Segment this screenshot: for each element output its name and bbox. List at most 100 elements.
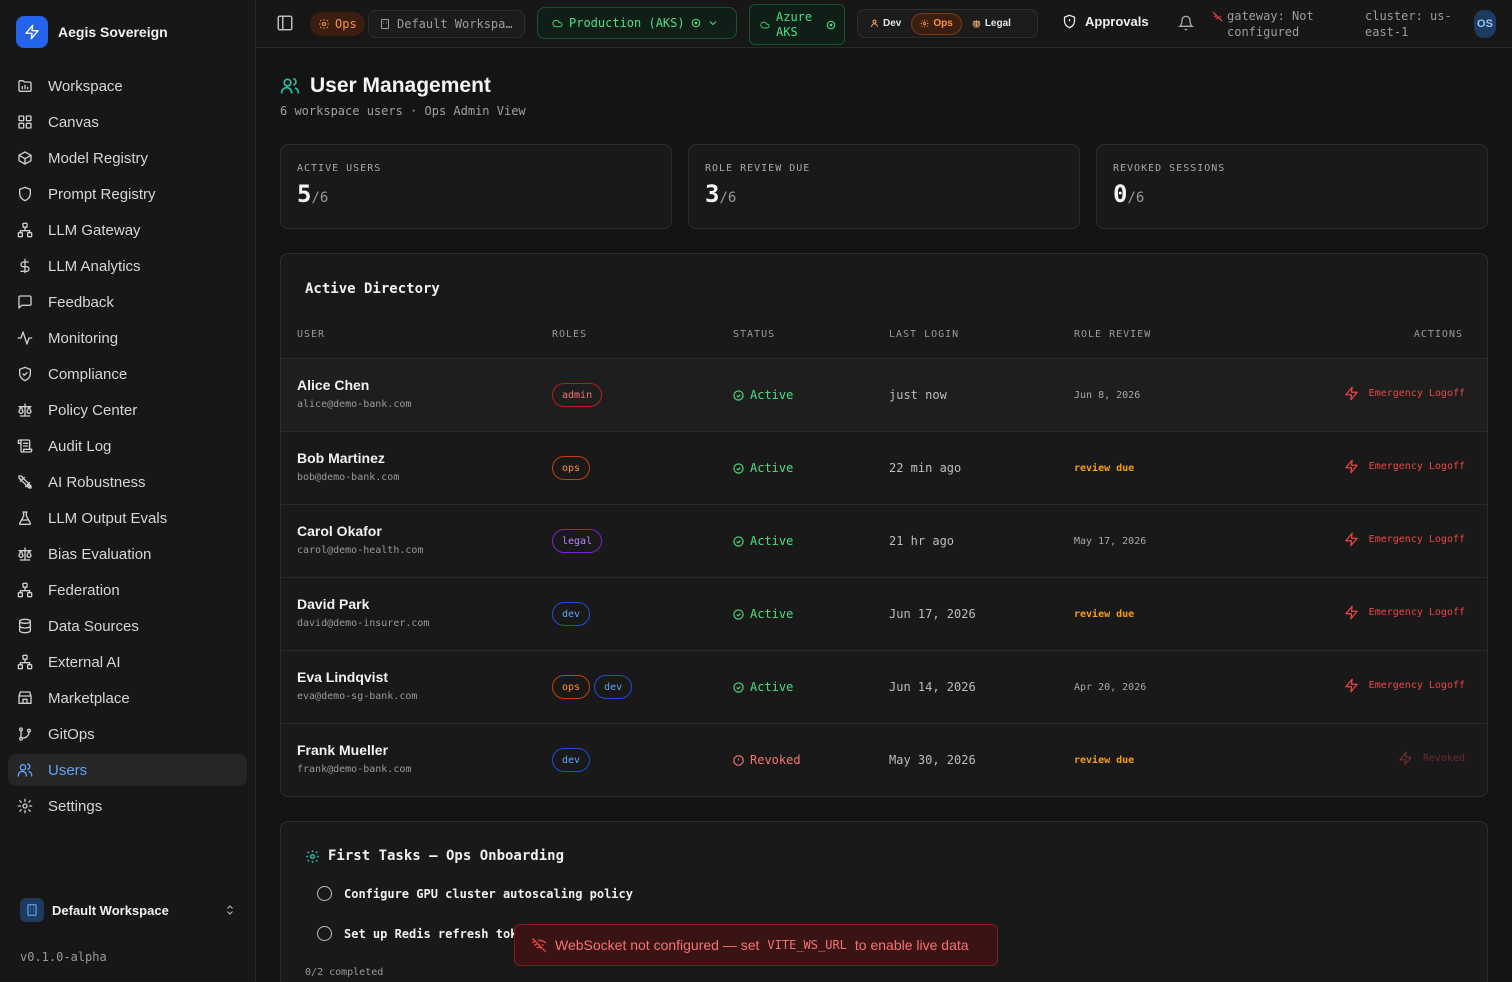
table-row[interactable]: Frank Mueller frank@demo-bank.com dev Re… (281, 723, 1487, 796)
websocket-toast: WebSocket not configured — set VITE_WS_U… (514, 924, 998, 966)
sidebar-item-gitops[interactable]: GitOps (8, 718, 247, 750)
sidebar-item-llm-gateway[interactable]: LLM Gateway (8, 214, 247, 246)
persona-ops[interactable]: Ops (911, 12, 962, 35)
persona-legal[interactable]: Legal (964, 13, 1019, 35)
user-roles: ops (552, 456, 591, 480)
last-login: 21 hr ago (889, 534, 955, 548)
sidebar-item-prompt-registry[interactable]: Prompt Registry (8, 178, 247, 210)
sidebar-item-llm-output-evals[interactable]: LLM Output Evals (8, 502, 247, 534)
emergency-logoff-button[interactable]: Emergency Logoff (1344, 605, 1465, 620)
last-login: Jun 17, 2026 (889, 607, 976, 621)
bell-icon[interactable] (1178, 15, 1194, 31)
sidebar-item-feedback[interactable]: Feedback (8, 286, 247, 318)
approvals-button[interactable]: Approvals (1062, 14, 1149, 29)
lightning-icon (1398, 751, 1413, 766)
database-icon (16, 617, 34, 635)
role-review: Apr 20, 2026 (1074, 682, 1147, 693)
status-badge: Active (733, 461, 793, 475)
role-badge: ops (552, 456, 591, 480)
role-chip-label: Ops (335, 17, 357, 31)
building-icon (379, 18, 391, 30)
sidebar-item-model-registry[interactable]: Model Registry (8, 142, 247, 174)
sidebar-item-canvas[interactable]: Canvas (8, 106, 247, 138)
table-row[interactable]: Eva Lindqvist eva@demo-sg-bank.com ops de… (281, 650, 1487, 723)
role-badge: dev (552, 602, 591, 626)
sidebar-item-workspace[interactable]: Workspace (8, 70, 247, 102)
emergency-logoff-button[interactable]: Emergency Logoff (1344, 532, 1465, 547)
persona-dev[interactable]: Dev (862, 13, 909, 35)
box-icon (16, 149, 34, 167)
sidebar-nav: Workspace Canvas Model Registry Prompt Regi… (8, 70, 247, 826)
column-header-actions: ACTIONS (1413, 329, 1463, 340)
emergency-logoff-button[interactable]: Emergency Logoff (1344, 678, 1465, 693)
workspace-selector[interactable]: Default Workspa… (368, 10, 525, 38)
stat-total: /6 (719, 190, 737, 206)
role-review: review due (1074, 755, 1135, 766)
git-branch-icon (16, 725, 34, 743)
gateway-status-line2: configured (1227, 25, 1300, 39)
table-row[interactable]: Alice Chen alice@demo-bank.com admin Act… (281, 358, 1487, 431)
lightning-icon (1344, 532, 1359, 547)
user-roles: dev (552, 748, 591, 772)
table-row[interactable]: Bob Martinez bob@demo-bank.com ops Activ… (281, 431, 1487, 504)
avatar[interactable]: OS (1474, 10, 1496, 38)
table-row[interactable]: David Park david@demo-insurer.com dev Ac… (281, 577, 1487, 650)
role-badge: dev (552, 748, 591, 772)
workspace-switcher[interactable]: Default Workspace (12, 894, 244, 926)
column-header-user: USER (297, 329, 326, 340)
sidebar-item-external-ai[interactable]: External AI (8, 646, 247, 678)
user-name: Carol Okafor (297, 523, 382, 539)
role-badge: dev (594, 675, 633, 699)
sidebar-item-label: AI Robustness (48, 473, 146, 491)
sidebar-item-settings[interactable]: Settings (8, 790, 247, 822)
sidebar-item-label: LLM Analytics (48, 257, 141, 275)
role-chip[interactable]: Ops (310, 12, 365, 36)
gear-icon (318, 18, 330, 30)
persona-label: Ops (933, 18, 953, 29)
role-review: review due (1074, 463, 1135, 474)
sidebar-item-monitoring[interactable]: Monitoring (8, 322, 247, 354)
sidebar-item-label: LLM Output Evals (48, 509, 168, 527)
table-title: Active Directory (305, 281, 440, 297)
user-name: Frank Mueller (297, 742, 389, 758)
sidebar-item-marketplace[interactable]: Marketplace (8, 682, 247, 714)
sidebar-item-data-sources[interactable]: Data Sources (8, 610, 247, 642)
tasks-progress: 0/2 completed (305, 967, 384, 978)
toast-suffix: to enable live data (854, 937, 969, 953)
sidebar-item-bias-evaluation[interactable]: Bias Evaluation (8, 538, 247, 570)
sidebar-item-audit-log[interactable]: Audit Log (8, 430, 247, 462)
action-label: Revoked (1422, 753, 1465, 764)
sidebar-item-federation[interactable]: Federation (8, 574, 247, 606)
sidebar-item-label: Compliance (48, 365, 128, 383)
shield-icon (1062, 14, 1077, 29)
wifi-off-icon (1212, 11, 1223, 22)
user-roles: legal (552, 529, 603, 553)
sidebar-item-ai-robustness[interactable]: AI Robustness (8, 466, 247, 498)
table-row[interactable]: Carol Okafor carol@demo-health.com legal… (281, 504, 1487, 577)
sidebar-item-policy-center[interactable]: Policy Center (8, 394, 247, 426)
sidebar-item-users[interactable]: Users (8, 754, 247, 786)
page-title-text: User Management (310, 74, 491, 97)
sidebar-item-compliance[interactable]: Compliance (8, 358, 247, 390)
sidebar-toggle-icon[interactable] (276, 14, 294, 32)
user-email: alice@demo-bank.com (297, 399, 412, 410)
cloud-provider-chip[interactable]: Azure AKS (749, 4, 845, 45)
scale-icon (16, 401, 34, 419)
network-icon (16, 221, 34, 239)
environment-selector[interactable]: Production (AKS) (537, 7, 737, 39)
users-icon (280, 76, 300, 96)
sidebar-item-label: Bias Evaluation (48, 545, 152, 563)
task-checkbox[interactable] (317, 886, 332, 901)
check-circle-icon (733, 608, 744, 620)
task-checkbox[interactable] (317, 926, 332, 941)
emergency-logoff-button[interactable]: Emergency Logoff (1344, 386, 1465, 401)
status-dot-icon (826, 20, 836, 30)
emergency-logoff-button[interactable]: Emergency Logoff (1344, 459, 1465, 474)
task-item[interactable]: Configure GPU cluster autoscaling policy (317, 886, 633, 901)
sidebar-item-llm-analytics[interactable]: LLM Analytics (8, 250, 247, 282)
brand[interactable]: Aegis Sovereign (16, 16, 168, 48)
user-email: carol@demo-health.com (297, 545, 424, 556)
column-header-role-review: ROLE REVIEW (1074, 329, 1152, 340)
role-review: review due (1074, 609, 1135, 620)
sidebar-item-label: GitOps (48, 725, 95, 743)
